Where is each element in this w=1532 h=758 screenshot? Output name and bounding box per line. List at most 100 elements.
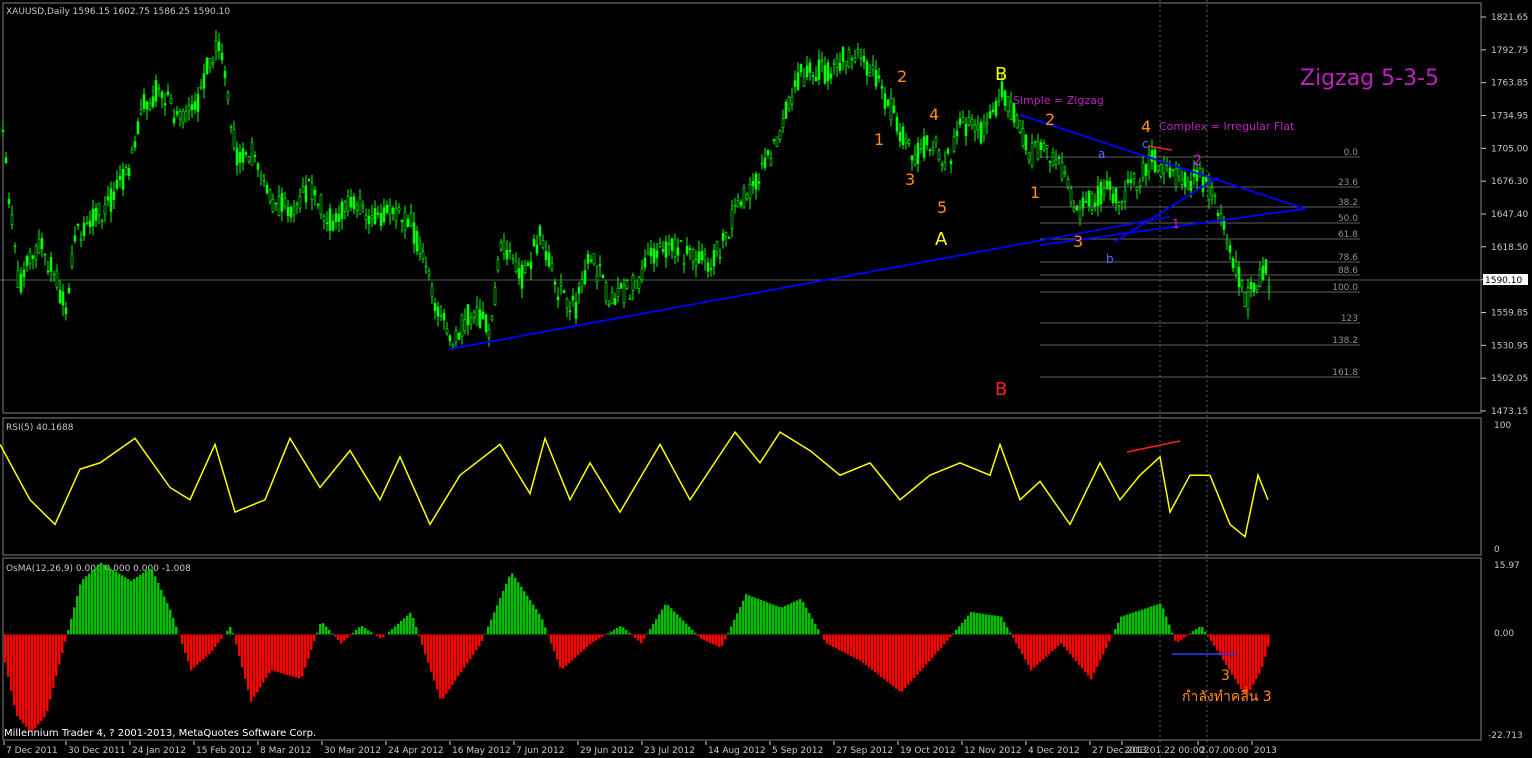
- candle-body: [376, 212, 380, 215]
- candle-body: [475, 306, 479, 326]
- osma-bar-up: [964, 619, 967, 635]
- candle-body: [1087, 190, 1091, 207]
- osma-bar-down: [1180, 634, 1183, 640]
- candle-body: [595, 275, 599, 283]
- osma-bar-up: [1141, 609, 1144, 635]
- candle-body: [22, 269, 26, 278]
- candle-body: [313, 189, 317, 196]
- complex-irregular-flat-note: Complex = Irregular Flat: [1159, 120, 1295, 133]
- osma-bar-up: [1159, 603, 1162, 635]
- osma-bar-down: [898, 634, 901, 691]
- osma-bar-down: [637, 634, 640, 641]
- candle-body: [109, 188, 113, 212]
- osma-bar-down: [583, 634, 586, 650]
- candle-body: [1024, 134, 1028, 151]
- candle-body: [496, 259, 500, 271]
- osma-bar-up: [367, 630, 370, 635]
- candle-body: [871, 65, 875, 70]
- osma-bar-down: [721, 634, 724, 646]
- candle-body: [175, 111, 179, 115]
- osma-bar-down: [1030, 634, 1033, 671]
- osma-bar-down: [859, 634, 862, 661]
- candle-body: [658, 242, 662, 247]
- candle-body: [523, 265, 527, 273]
- candle-body: [28, 251, 32, 264]
- osma-bar-down: [1027, 634, 1030, 665]
- candle-body: [1066, 178, 1070, 188]
- candle-body: [841, 47, 845, 62]
- candle-body: [466, 304, 470, 326]
- candle-body: [1162, 162, 1166, 175]
- candle-body: [691, 249, 695, 263]
- candle-body: [43, 253, 47, 256]
- candle-body: [739, 201, 743, 206]
- candle-body: [232, 129, 236, 149]
- osma-bar-up: [70, 618, 73, 635]
- candle-body: [553, 281, 557, 285]
- osma-bar-up: [88, 573, 91, 635]
- candle-body: [310, 182, 314, 200]
- osma-bar-down: [832, 634, 835, 647]
- candle-body: [898, 131, 902, 142]
- osma-bar-down: [37, 634, 40, 725]
- candle-body: [1009, 100, 1013, 120]
- candle-body: [919, 147, 923, 150]
- candle-body: [316, 203, 320, 206]
- osma-bar-up: [1150, 606, 1153, 635]
- candle-body: [1069, 188, 1073, 203]
- candle-body: [661, 249, 665, 252]
- osma-bar-up: [622, 627, 625, 635]
- osma-bar-up: [1192, 631, 1195, 635]
- osma-bar-down: [280, 634, 283, 674]
- candle-body: [754, 173, 758, 190]
- osma-bar-down: [349, 634, 352, 636]
- osma-bar-down: [1051, 634, 1054, 652]
- osma-bar-up: [514, 577, 517, 635]
- candle-body: [994, 101, 998, 116]
- candle-body: [223, 71, 227, 78]
- candle-body: [1039, 142, 1043, 150]
- candle-body: [1018, 120, 1022, 133]
- osma-bar-down: [862, 634, 865, 663]
- candle-body: [151, 96, 155, 107]
- candle-body: [850, 58, 854, 60]
- candle-body: [346, 196, 350, 212]
- osma-bar-down: [1249, 634, 1252, 690]
- candle-body: [817, 59, 821, 80]
- candle-body: [997, 99, 1001, 102]
- candle-body: [1114, 187, 1118, 204]
- candle-body: [592, 253, 596, 265]
- candle-body: [946, 148, 950, 154]
- osma-bar-up: [496, 605, 499, 635]
- osma-bar-up: [805, 607, 808, 635]
- osma-bar-up: [79, 584, 82, 635]
- candle-body: [928, 149, 932, 152]
- candle-body: [265, 184, 269, 194]
- candle-body: [1072, 207, 1076, 212]
- candle-body: [514, 260, 518, 272]
- osma-bar-down: [211, 634, 214, 651]
- candle-body: [541, 240, 545, 249]
- osma-bar-down: [838, 634, 841, 651]
- osma-bar-down: [310, 634, 313, 651]
- osma-bar-up: [166, 603, 169, 635]
- osma-bar-up: [316, 632, 319, 635]
- osma-bar-up: [661, 609, 664, 635]
- candle-body: [190, 104, 194, 111]
- osma-bar-up: [319, 623, 322, 635]
- price-tick-label: 1734.95: [1491, 112, 1528, 122]
- osma-bar-up: [628, 632, 631, 635]
- osma-bar-up: [1114, 629, 1117, 635]
- osma-bar-up: [151, 569, 154, 635]
- osma-bar-down: [1099, 634, 1102, 661]
- osma-bar-up: [1138, 610, 1141, 635]
- candle-body: [784, 101, 788, 119]
- osma-bar-down: [1177, 634, 1180, 642]
- candle-body: [760, 162, 764, 165]
- candle-body: [430, 285, 434, 298]
- candle-body: [1015, 115, 1019, 129]
- wave-label-1: 1: [874, 130, 884, 149]
- osma-bar-down: [283, 634, 286, 675]
- osma-bar-up: [649, 628, 652, 635]
- candle-body: [1177, 167, 1181, 177]
